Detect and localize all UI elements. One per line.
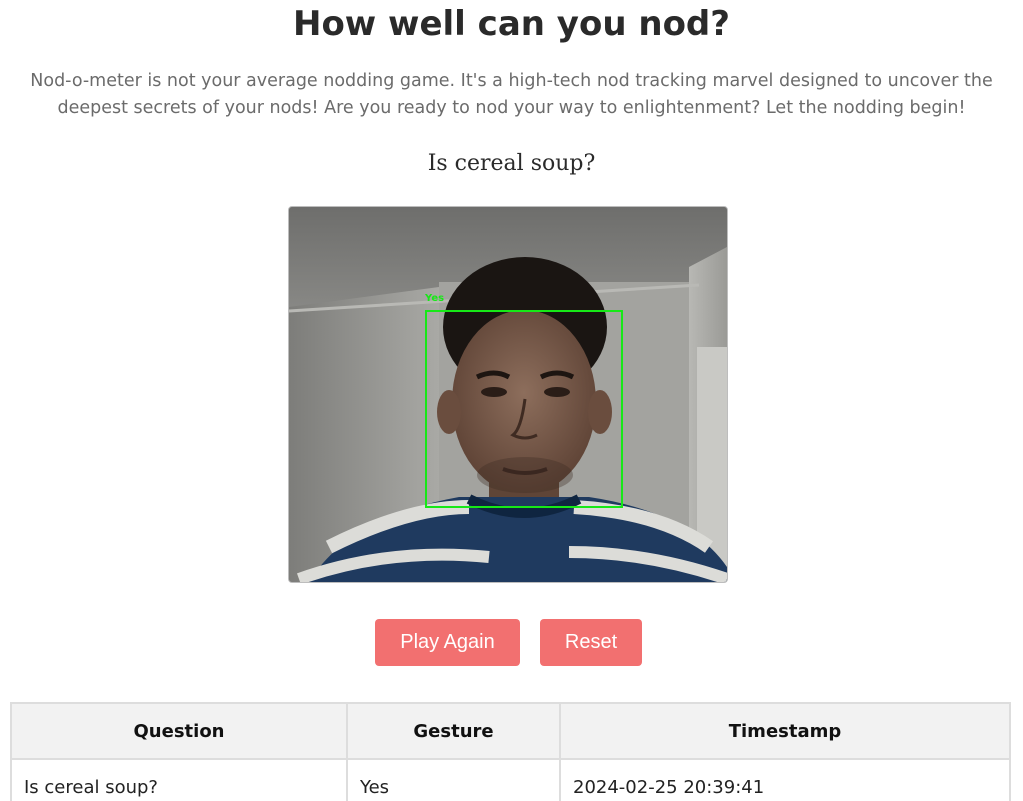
page: How well can you nod? Nod-o-meter is not… — [0, 0, 1023, 801]
table-header-row: Question Gesture Timestamp — [10, 702, 1011, 760]
reset-button[interactable]: Reset — [540, 619, 642, 666]
results-table: Question Gesture Timestamp Is cereal sou… — [10, 702, 1011, 801]
current-question: Is cereal soup? — [427, 151, 596, 176]
column-header-question: Question — [10, 702, 348, 760]
play-again-button[interactable]: Play Again — [375, 619, 520, 666]
table-row: Is cereal soup? Yes 2024-02-25 20:39:41 — [10, 758, 1011, 801]
cell-gesture: Yes — [346, 758, 561, 801]
page-title: How well can you nod? — [292, 4, 730, 44]
intro-text: Nod-o-meter is not your average nodding … — [30, 71, 993, 118]
column-header-gesture: Gesture — [346, 702, 561, 760]
cell-timestamp: 2024-02-25 20:39:41 — [559, 758, 1011, 801]
face-detection-box — [425, 310, 623, 508]
cell-question: Is cereal soup? — [10, 758, 348, 801]
webcam-feed: Yes — [288, 206, 728, 583]
detection-label: Yes — [425, 293, 445, 304]
column-header-timestamp: Timestamp — [559, 702, 1011, 760]
